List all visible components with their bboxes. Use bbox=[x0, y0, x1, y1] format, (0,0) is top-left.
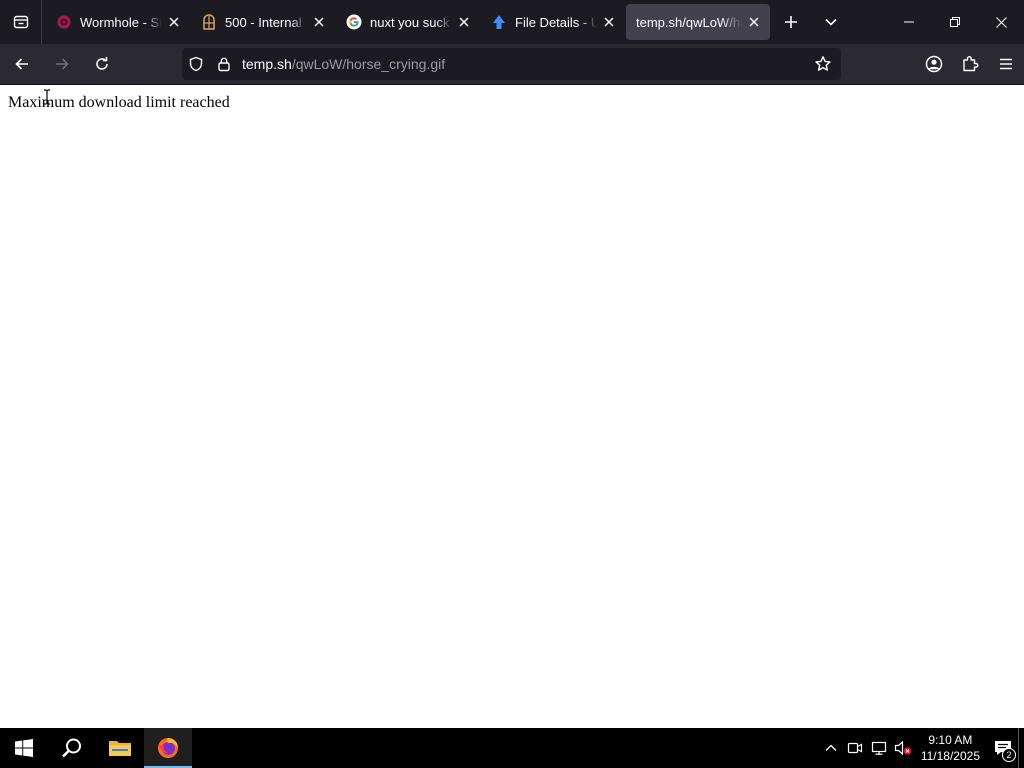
url-domain: temp.sh bbox=[242, 56, 292, 72]
network-monitor-icon bbox=[871, 741, 886, 755]
show-desktop-button[interactable] bbox=[1018, 728, 1024, 768]
bookmark-star-icon[interactable] bbox=[811, 52, 835, 76]
volume-muted-icon bbox=[894, 740, 912, 756]
clock-time: 9:10 AM bbox=[928, 733, 973, 747]
extensions-button[interactable] bbox=[952, 46, 988, 82]
firefox-view-icon bbox=[13, 15, 28, 29]
chevron-up-icon bbox=[825, 744, 837, 751]
action-center-button[interactable]: 2 bbox=[988, 728, 1018, 768]
search-button[interactable] bbox=[48, 728, 96, 768]
list-all-tabs-button[interactable] bbox=[811, 0, 851, 44]
google-icon bbox=[346, 14, 362, 30]
back-button[interactable] bbox=[4, 46, 40, 82]
meet-now-button[interactable] bbox=[843, 728, 867, 768]
firefox-taskbar-button[interactable] bbox=[144, 728, 192, 768]
system-tray: 9:10 AM 11/18/2025 2 bbox=[819, 728, 1024, 768]
close-window-button[interactable] bbox=[978, 0, 1024, 44]
url-bar[interactable]: temp.sh/qwLoW/horse_crying.gif bbox=[182, 48, 841, 80]
tab-title: 500 - Internal Se bbox=[225, 14, 307, 30]
start-button[interactable] bbox=[0, 728, 48, 768]
arrow-left-icon bbox=[15, 58, 28, 70]
close-tab-icon[interactable] bbox=[601, 14, 617, 30]
plus-icon bbox=[785, 16, 797, 28]
account-button[interactable] bbox=[916, 46, 952, 82]
toolbar-right bbox=[916, 46, 1024, 82]
url-text[interactable]: temp.sh/qwLoW/horse_crying.gif bbox=[242, 56, 445, 72]
close-tab-icon[interactable] bbox=[746, 14, 762, 30]
folder-icon bbox=[109, 741, 131, 756]
error-message: Maximum download limit reached bbox=[8, 94, 230, 111]
clock[interactable]: 9:10 AM 11/18/2025 bbox=[921, 732, 980, 764]
tab-title: nuxt you suck i h bbox=[370, 14, 452, 30]
new-tab-button[interactable] bbox=[771, 0, 811, 44]
lock-icon[interactable] bbox=[210, 48, 238, 80]
tab-file-details[interactable]: File Details - Upl bbox=[481, 4, 625, 40]
firefox-view-button[interactable] bbox=[0, 0, 42, 44]
tab-temp-sh[interactable]: temp.sh/qwLoW/hor bbox=[626, 4, 770, 40]
windows-logo-icon bbox=[15, 739, 33, 757]
network-button[interactable] bbox=[867, 728, 891, 768]
page-content: Maximum download limit reached bbox=[0, 86, 1024, 728]
text-cursor-icon bbox=[44, 89, 50, 105]
restore-button[interactable] bbox=[932, 0, 978, 44]
show-hidden-icons-button[interactable] bbox=[819, 728, 843, 768]
close-tab-icon[interactable] bbox=[166, 14, 182, 30]
arrow-right-icon bbox=[56, 58, 69, 70]
clock-date: 11/18/2025 bbox=[920, 749, 980, 763]
tab-title: Wormhole - Sim bbox=[80, 14, 162, 30]
volume-button[interactable] bbox=[891, 728, 915, 768]
restore-icon bbox=[950, 17, 960, 27]
app-menu-button[interactable] bbox=[988, 46, 1024, 82]
tab-list: Wormhole - Sim 500 - Internal Se bbox=[42, 0, 771, 44]
wormhole-icon bbox=[56, 14, 72, 30]
door-icon bbox=[201, 14, 217, 30]
navigation-toolbar: temp.sh/qwLoW/horse_crying.gif bbox=[0, 44, 1024, 85]
window-controls bbox=[886, 0, 1024, 44]
tab-strip: Wormhole - Sim 500 - Internal Se bbox=[0, 0, 1024, 44]
close-icon bbox=[995, 16, 1007, 28]
reload-button[interactable] bbox=[84, 46, 120, 82]
hamburger-menu-icon bbox=[1000, 58, 1012, 70]
tab-wormhole[interactable]: Wormhole - Sim bbox=[46, 4, 190, 40]
account-icon bbox=[925, 55, 943, 73]
firefox-icon bbox=[158, 738, 178, 758]
minimize-button[interactable] bbox=[886, 0, 932, 44]
notification-count-badge: 2 bbox=[1002, 748, 1016, 762]
url-path: /qwLoW/horse_crying.gif bbox=[291, 56, 446, 72]
minimize-icon bbox=[904, 21, 914, 23]
close-tab-icon[interactable] bbox=[456, 14, 472, 30]
camera-icon bbox=[847, 742, 862, 754]
file-explorer-button[interactable] bbox=[96, 728, 144, 768]
windows-taskbar: 9:10 AM 11/18/2025 2 bbox=[0, 728, 1024, 768]
close-tab-icon[interactable] bbox=[311, 14, 327, 30]
tab-500-error[interactable]: 500 - Internal Se bbox=[191, 4, 335, 40]
upload-cloud-icon bbox=[491, 14, 507, 30]
search-icon bbox=[62, 738, 81, 758]
puzzle-piece-icon bbox=[963, 56, 979, 72]
tracking-protection-shield-icon[interactable] bbox=[182, 48, 210, 80]
tab-title: File Details - Upl bbox=[515, 14, 597, 30]
tab-title: temp.sh/qwLoW/hor bbox=[636, 14, 742, 30]
forward-button[interactable] bbox=[44, 46, 80, 82]
tab-google-search[interactable]: nuxt you suck i h bbox=[336, 4, 480, 40]
chevron-down-icon bbox=[825, 18, 837, 26]
reload-icon bbox=[96, 57, 108, 70]
